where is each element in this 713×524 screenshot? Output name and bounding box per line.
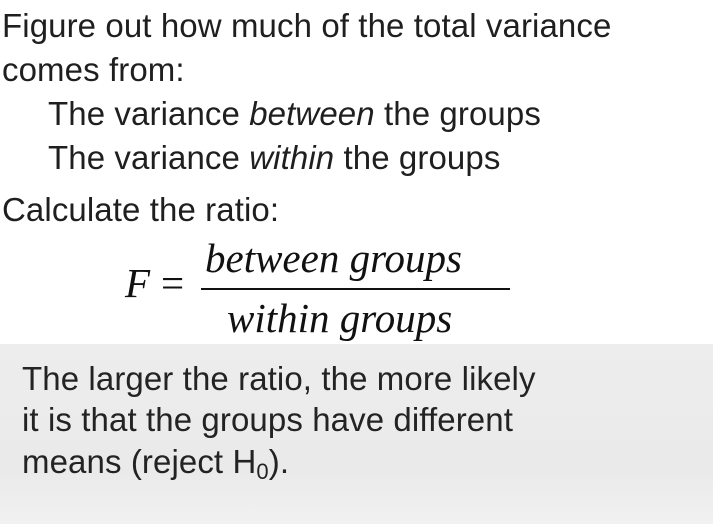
formula-numerator: between groups bbox=[205, 235, 462, 281]
conclusion-line-3: means (reject H0). bbox=[22, 443, 290, 483]
bullet-within-emph: within bbox=[249, 139, 335, 176]
bullet-within: The variance within the groups bbox=[48, 141, 500, 174]
conclusion-line-1: The larger the ratio, the more likely bbox=[22, 360, 536, 397]
conclusion-line-3-suffix: ). bbox=[268, 443, 290, 480]
bullet-between-suffix: the groups bbox=[374, 95, 541, 132]
intro-line-1: Figure out how much of the total varianc… bbox=[2, 7, 612, 44]
intro-line-2: comes from: bbox=[2, 51, 185, 88]
bullet-between: The variance between the groups bbox=[48, 97, 541, 130]
calc-label: Calculate the ratio: bbox=[2, 191, 280, 228]
formula-f: F bbox=[125, 260, 151, 306]
bullet-within-prefix: The variance bbox=[48, 139, 250, 176]
conclusion-panel: The larger the ratio, the more likely it… bbox=[0, 344, 713, 524]
formula-denominator: within groups bbox=[227, 295, 453, 341]
bullet-within-suffix: the groups bbox=[334, 139, 501, 176]
formula-equals: = bbox=[161, 260, 185, 306]
f-ratio-formula: F = between groups within groups bbox=[125, 236, 525, 344]
h0-subscript: 0 bbox=[256, 459, 269, 484]
fraction-bar bbox=[201, 288, 510, 290]
slide: Figure out how much of the total varianc… bbox=[0, 0, 713, 524]
bullet-between-prefix: The variance bbox=[48, 95, 250, 132]
bullet-between-emph: between bbox=[249, 95, 375, 132]
conclusion-line-3-prefix: means (reject H bbox=[22, 443, 257, 480]
conclusion-line-2: it is that the groups have different bbox=[22, 401, 513, 438]
